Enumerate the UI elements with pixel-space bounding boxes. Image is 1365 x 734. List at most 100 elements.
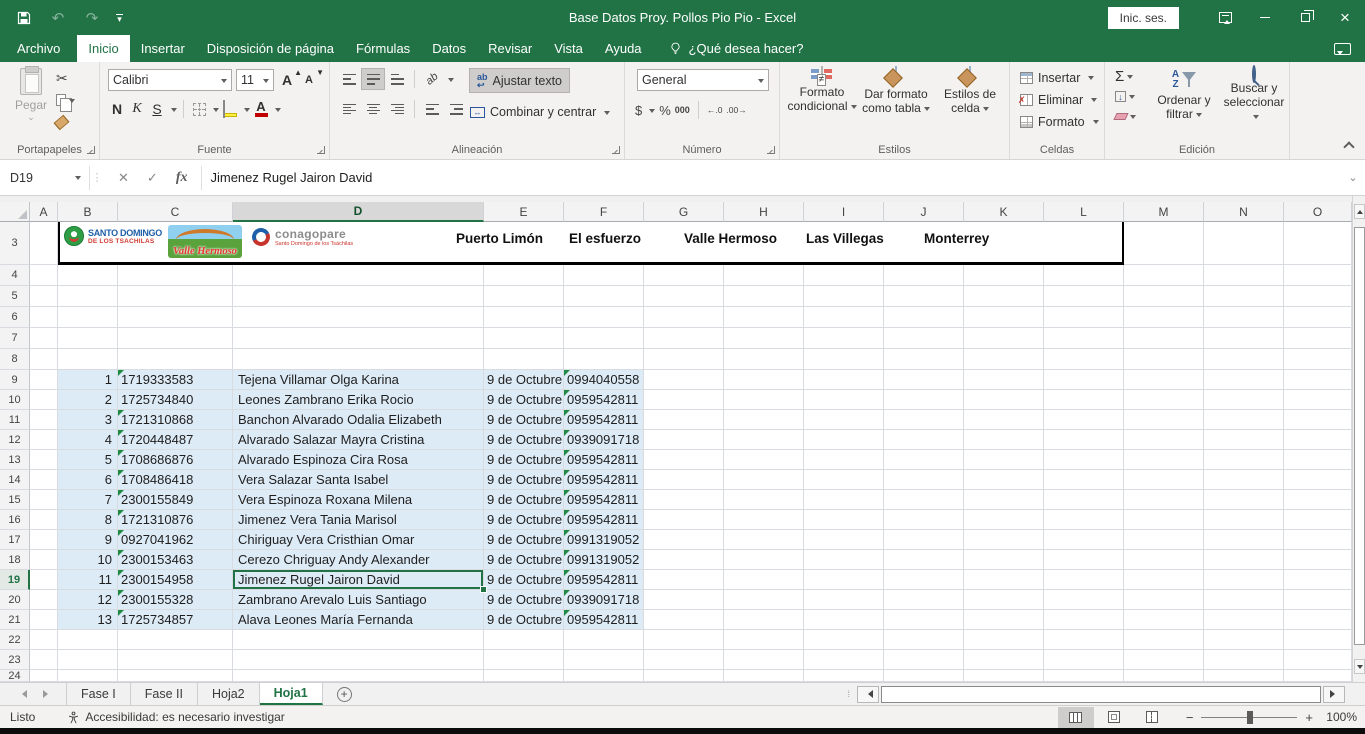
row-header-19[interactable]: 19 <box>0 570 30 590</box>
cell-K15[interactable] <box>964 490 1044 510</box>
cell-M21[interactable] <box>1124 610 1204 630</box>
close-button[interactable]: × <box>1325 0 1365 35</box>
cell-L16[interactable] <box>1044 510 1124 530</box>
wrap-text-button[interactable]: ab↩ Ajustar texto <box>470 69 569 92</box>
cell-D21[interactable]: Alava Leones María Fernanda <box>233 610 484 630</box>
cell-N12[interactable] <box>1204 430 1284 450</box>
row-header-6[interactable]: 6 <box>0 307 30 328</box>
cell-J11[interactable] <box>884 410 964 430</box>
cell-N20[interactable] <box>1204 590 1284 610</box>
page-layout-view-button[interactable] <box>1096 707 1132 728</box>
cell-I21[interactable] <box>804 610 884 630</box>
cell-H18[interactable] <box>724 550 804 570</box>
cell-L12[interactable] <box>1044 430 1124 450</box>
cell-F13[interactable]: 0959542811 <box>564 450 644 470</box>
cell-I22[interactable] <box>804 630 884 650</box>
cell-F14[interactable]: 0959542811 <box>564 470 644 490</box>
cell-C7[interactable] <box>118 328 233 349</box>
cell-H19[interactable] <box>724 570 804 590</box>
cell-O11[interactable] <box>1284 410 1352 430</box>
cell-L8[interactable] <box>1044 349 1124 370</box>
cell-I19[interactable] <box>804 570 884 590</box>
column-header-C[interactable]: C <box>118 202 233 222</box>
row-header-14[interactable]: 14 <box>0 470 30 490</box>
cell-L14[interactable] <box>1044 470 1124 490</box>
row-header-3[interactable]: 3 <box>0 222 30 265</box>
cell-N19[interactable] <box>1204 570 1284 590</box>
tell-me-search[interactable]: ¿Qué desea hacer? <box>669 35 804 62</box>
cell-K21[interactable] <box>964 610 1044 630</box>
cell-H15[interactable] <box>724 490 804 510</box>
cell-A5[interactable] <box>30 286 58 307</box>
cell-M17[interactable] <box>1124 530 1204 550</box>
cell-J22[interactable] <box>884 630 964 650</box>
row-header-23[interactable]: 23 <box>0 650 30 670</box>
cell-O14[interactable] <box>1284 470 1352 490</box>
cell-B4[interactable] <box>58 265 118 286</box>
fill-color-icon[interactable] <box>221 99 239 119</box>
cell-N24[interactable] <box>1204 670 1284 682</box>
cell-D24[interactable] <box>233 670 484 682</box>
cell-I15[interactable] <box>804 490 884 510</box>
cell-J16[interactable] <box>884 510 964 530</box>
cell-A15[interactable] <box>30 490 58 510</box>
cell-C14[interactable]: 1708486418 <box>118 470 233 490</box>
cell-O15[interactable] <box>1284 490 1352 510</box>
cell-E7[interactable] <box>484 328 564 349</box>
cell-I13[interactable] <box>804 450 884 470</box>
cell-C20[interactable]: 2300155328 <box>118 590 233 610</box>
cell-L18[interactable] <box>1044 550 1124 570</box>
horizontal-scroll-thumb[interactable] <box>881 686 1321 703</box>
cell-C24[interactable] <box>118 670 233 682</box>
ribbon-display-options-icon[interactable] <box>1205 0 1245 35</box>
cell-L11[interactable] <box>1044 410 1124 430</box>
cell-D5[interactable] <box>233 286 484 307</box>
cell-B23[interactable] <box>58 650 118 670</box>
cell-B21[interactable]: 13 <box>58 610 118 630</box>
fill-handle[interactable] <box>480 586 487 593</box>
find-select-button[interactable]: Buscar yseleccionar <box>1221 67 1287 123</box>
cell-M10[interactable] <box>1124 390 1204 410</box>
cell-D16[interactable]: Jimenez Vera Tania Marisol <box>233 510 484 530</box>
cell-H10[interactable] <box>724 390 804 410</box>
cell-I5[interactable] <box>804 286 884 307</box>
menu-tab-revisar[interactable]: Revisar <box>477 35 543 62</box>
column-header-E[interactable]: E <box>484 202 564 222</box>
cell-A11[interactable] <box>30 410 58 430</box>
column-header-M[interactable]: M <box>1124 202 1204 222</box>
merge-center-button[interactable]: ↔ Combinar y centrar <box>470 101 610 123</box>
cell-B17[interactable]: 9 <box>58 530 118 550</box>
cell-H7[interactable] <box>724 328 804 349</box>
cell-H23[interactable] <box>724 650 804 670</box>
cell-O21[interactable] <box>1284 610 1352 630</box>
cell-O3[interactable] <box>1284 222 1352 265</box>
cell-D10[interactable]: Leones Zambrano Erika Rocio <box>233 390 484 410</box>
cell-H4[interactable] <box>724 265 804 286</box>
name-box-dropdown[interactable] <box>75 176 81 183</box>
prev-sheet-icon[interactable] <box>18 690 27 698</box>
cell-L6[interactable] <box>1044 307 1124 328</box>
next-sheet-icon[interactable] <box>43 690 52 698</box>
cell-F17[interactable]: 0991319052 <box>564 530 644 550</box>
new-sheet-button[interactable]: + <box>337 683 352 705</box>
cell-I7[interactable] <box>804 328 884 349</box>
cell-K24[interactable] <box>964 670 1044 682</box>
zoom-slider-thumb[interactable] <box>1247 711 1253 724</box>
borders-icon[interactable] <box>190 99 208 119</box>
cell-G19[interactable] <box>644 570 724 590</box>
cell-A18[interactable] <box>30 550 58 570</box>
cell-G5[interactable] <box>644 286 724 307</box>
scroll-up-icon[interactable] <box>1354 204 1365 219</box>
decrease-decimal-icon[interactable]: .00→ <box>726 106 746 114</box>
cell-G11[interactable] <box>644 410 724 430</box>
cell-K10[interactable] <box>964 390 1044 410</box>
cell-E23[interactable] <box>484 650 564 670</box>
cell-M3[interactable] <box>1124 222 1204 265</box>
cell-E10[interactable]: 9 de Octubre <box>484 390 564 410</box>
comments-icon[interactable] <box>1334 43 1351 55</box>
underline-button[interactable]: S <box>148 99 166 119</box>
row-header-20[interactable]: 20 <box>0 590 30 610</box>
sort-filter-button[interactable]: AZ Ordenar yfiltrar <box>1153 67 1215 121</box>
align-bottom-icon[interactable] <box>386 69 408 89</box>
cell-E22[interactable] <box>484 630 564 650</box>
